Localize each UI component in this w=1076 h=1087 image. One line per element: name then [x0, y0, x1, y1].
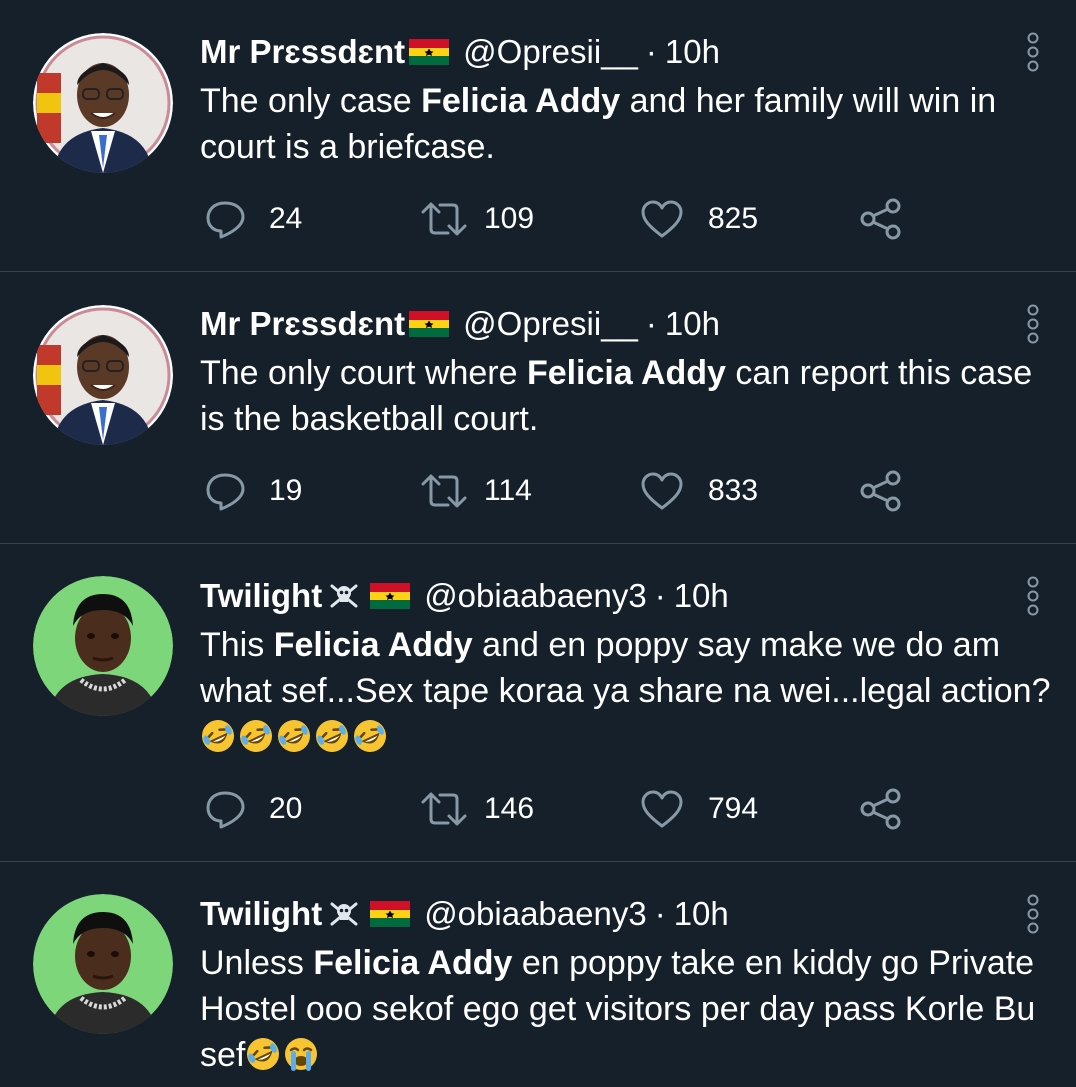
avatar[interactable] — [33, 305, 173, 445]
tweet-text: This Felicia Addy and en poppy say make … — [200, 622, 1056, 760]
retweet-count: 109 — [484, 202, 535, 235]
retweet-count: 114 — [484, 474, 532, 507]
text-segment: Unless — [200, 944, 314, 982]
display-name[interactable]: Mr Prɛssdɛnt — [200, 32, 405, 72]
share-icon — [860, 470, 901, 512]
tweet-actions: 20 146 794 — [205, 787, 925, 831]
tweet-text: The only case Felicia Addy and her famil… — [200, 78, 1056, 170]
retweet-icon — [421, 792, 467, 826]
more-options-icon[interactable] — [1026, 32, 1040, 72]
heart-icon — [641, 790, 683, 828]
reply-count: 20 — [269, 792, 303, 825]
heart-icon — [641, 472, 683, 510]
reply-button[interactable]: 19 — [205, 469, 302, 513]
retweet-button[interactable]: 146 — [420, 787, 534, 831]
timestamp[interactable]: 10h — [665, 32, 720, 72]
reply-button[interactable]: 24 — [205, 197, 302, 241]
ghana-flag-icon — [370, 583, 411, 609]
tweet-header: Twilight @obiaabaeny3 · 10h — [200, 894, 729, 934]
highlighted-name: Felicia Addy — [273, 626, 473, 664]
timestamp[interactable]: 10h — [665, 304, 720, 344]
share-button[interactable] — [859, 469, 903, 513]
rolling-laughing-emoji-icon — [354, 720, 386, 752]
text-segment: The only court where — [200, 354, 527, 392]
retweet-button[interactable]: 109 — [420, 197, 534, 241]
separator-dot: · — [654, 577, 666, 614]
handle[interactable]: @obiaabaeny3 — [424, 894, 647, 934]
separator-dot: · — [645, 33, 657, 70]
reply-icon — [206, 473, 245, 511]
share-button[interactable] — [859, 197, 903, 241]
retweet-count: 146 — [484, 792, 535, 825]
highlighted-name: Felicia Addy — [421, 82, 621, 120]
tweet-actions: 24 109 825 — [205, 197, 925, 241]
more-options-icon[interactable] — [1026, 576, 1040, 616]
tweet-text: Unless Felicia Addy en poppy take en kid… — [200, 940, 1056, 1078]
rolling-laughing-emoji-icon — [247, 1038, 280, 1070]
text-segment: This — [200, 626, 274, 664]
like-button[interactable]: 825 — [640, 197, 758, 241]
more-options-icon[interactable] — [1026, 304, 1040, 344]
crying-emoji-icon — [285, 1038, 318, 1071]
ghana-flag-icon — [409, 39, 450, 65]
rolling-laughing-emoji-icon — [240, 720, 272, 752]
share-button[interactable] — [859, 787, 903, 831]
separator-dot: · — [645, 305, 657, 342]
tweet-actions: 19 114 833 — [205, 469, 925, 513]
skull-crossbones-icon — [330, 902, 358, 926]
ghana-flag-icon — [409, 311, 450, 337]
like-count: 833 — [708, 474, 759, 507]
avatar[interactable] — [33, 33, 173, 173]
reply-icon — [206, 791, 245, 829]
display-name[interactable]: Twilight — [200, 576, 322, 616]
avatar[interactable] — [33, 894, 173, 1034]
tweet-feed: Mr Prɛssdɛnt @Opresii__ · 10h The only c… — [0, 0, 1076, 1087]
retweet-icon — [421, 202, 467, 236]
retweet-icon — [421, 474, 467, 508]
more-options-icon[interactable] — [1026, 894, 1040, 934]
highlighted-name: Felicia Addy — [526, 354, 726, 392]
avatar[interactable] — [33, 576, 173, 716]
text-segment: The only case — [200, 82, 422, 120]
reply-button[interactable]: 20 — [205, 787, 302, 831]
share-icon — [860, 198, 901, 240]
tweet[interactable]: Twilight @obiaabaeny3 · 10h Unless Felic… — [0, 862, 1076, 1087]
handle[interactable]: @obiaabaeny3 — [424, 576, 647, 616]
display-name[interactable]: Mr Prɛssdɛnt — [200, 304, 405, 344]
display-name[interactable]: Twilight — [200, 894, 322, 934]
like-count: 825 — [708, 202, 759, 235]
like-button[interactable]: 833 — [640, 469, 758, 513]
tweet-header: Twilight @obiaabaeny3 · 10h — [200, 576, 729, 616]
separator-dot: · — [654, 895, 666, 932]
tweet-header: Mr Prɛssdɛnt @Opresii__ · 10h — [200, 32, 720, 72]
rolling-laughing-emoji-icon — [202, 720, 234, 752]
tweet[interactable]: Mr Prɛssdɛnt @Opresii__ · 10h The only c… — [0, 0, 1076, 272]
like-button[interactable]: 794 — [640, 787, 758, 831]
rolling-laughing-emoji-icon — [316, 720, 348, 752]
tweet-header: Mr Prɛssdɛnt @Opresii__ · 10h — [200, 304, 720, 344]
tweet-text: The only court where Felicia Addy can re… — [200, 350, 1056, 442]
highlighted-name: Felicia Addy — [313, 944, 513, 982]
like-count: 794 — [708, 792, 759, 825]
share-icon — [860, 788, 901, 830]
retweet-button[interactable]: 114 — [420, 469, 532, 513]
tweet[interactable]: Twilight @obiaabaeny3 · 10h This Felicia… — [0, 544, 1076, 862]
reply-count: 24 — [269, 202, 303, 235]
handle[interactable]: @Opresii__ — [463, 32, 638, 72]
handle[interactable]: @Opresii__ — [463, 304, 638, 344]
reply-icon — [206, 201, 245, 239]
tweet[interactable]: Mr Prɛssdɛnt @Opresii__ · 10h The only c… — [0, 272, 1076, 544]
ghana-flag-icon — [370, 901, 411, 927]
timestamp[interactable]: 10h — [674, 894, 729, 934]
rolling-laughing-emoji-icon — [278, 720, 310, 752]
reply-count: 19 — [269, 474, 303, 507]
timestamp[interactable]: 10h — [674, 576, 729, 616]
skull-crossbones-icon — [330, 584, 358, 608]
heart-icon — [641, 200, 683, 238]
